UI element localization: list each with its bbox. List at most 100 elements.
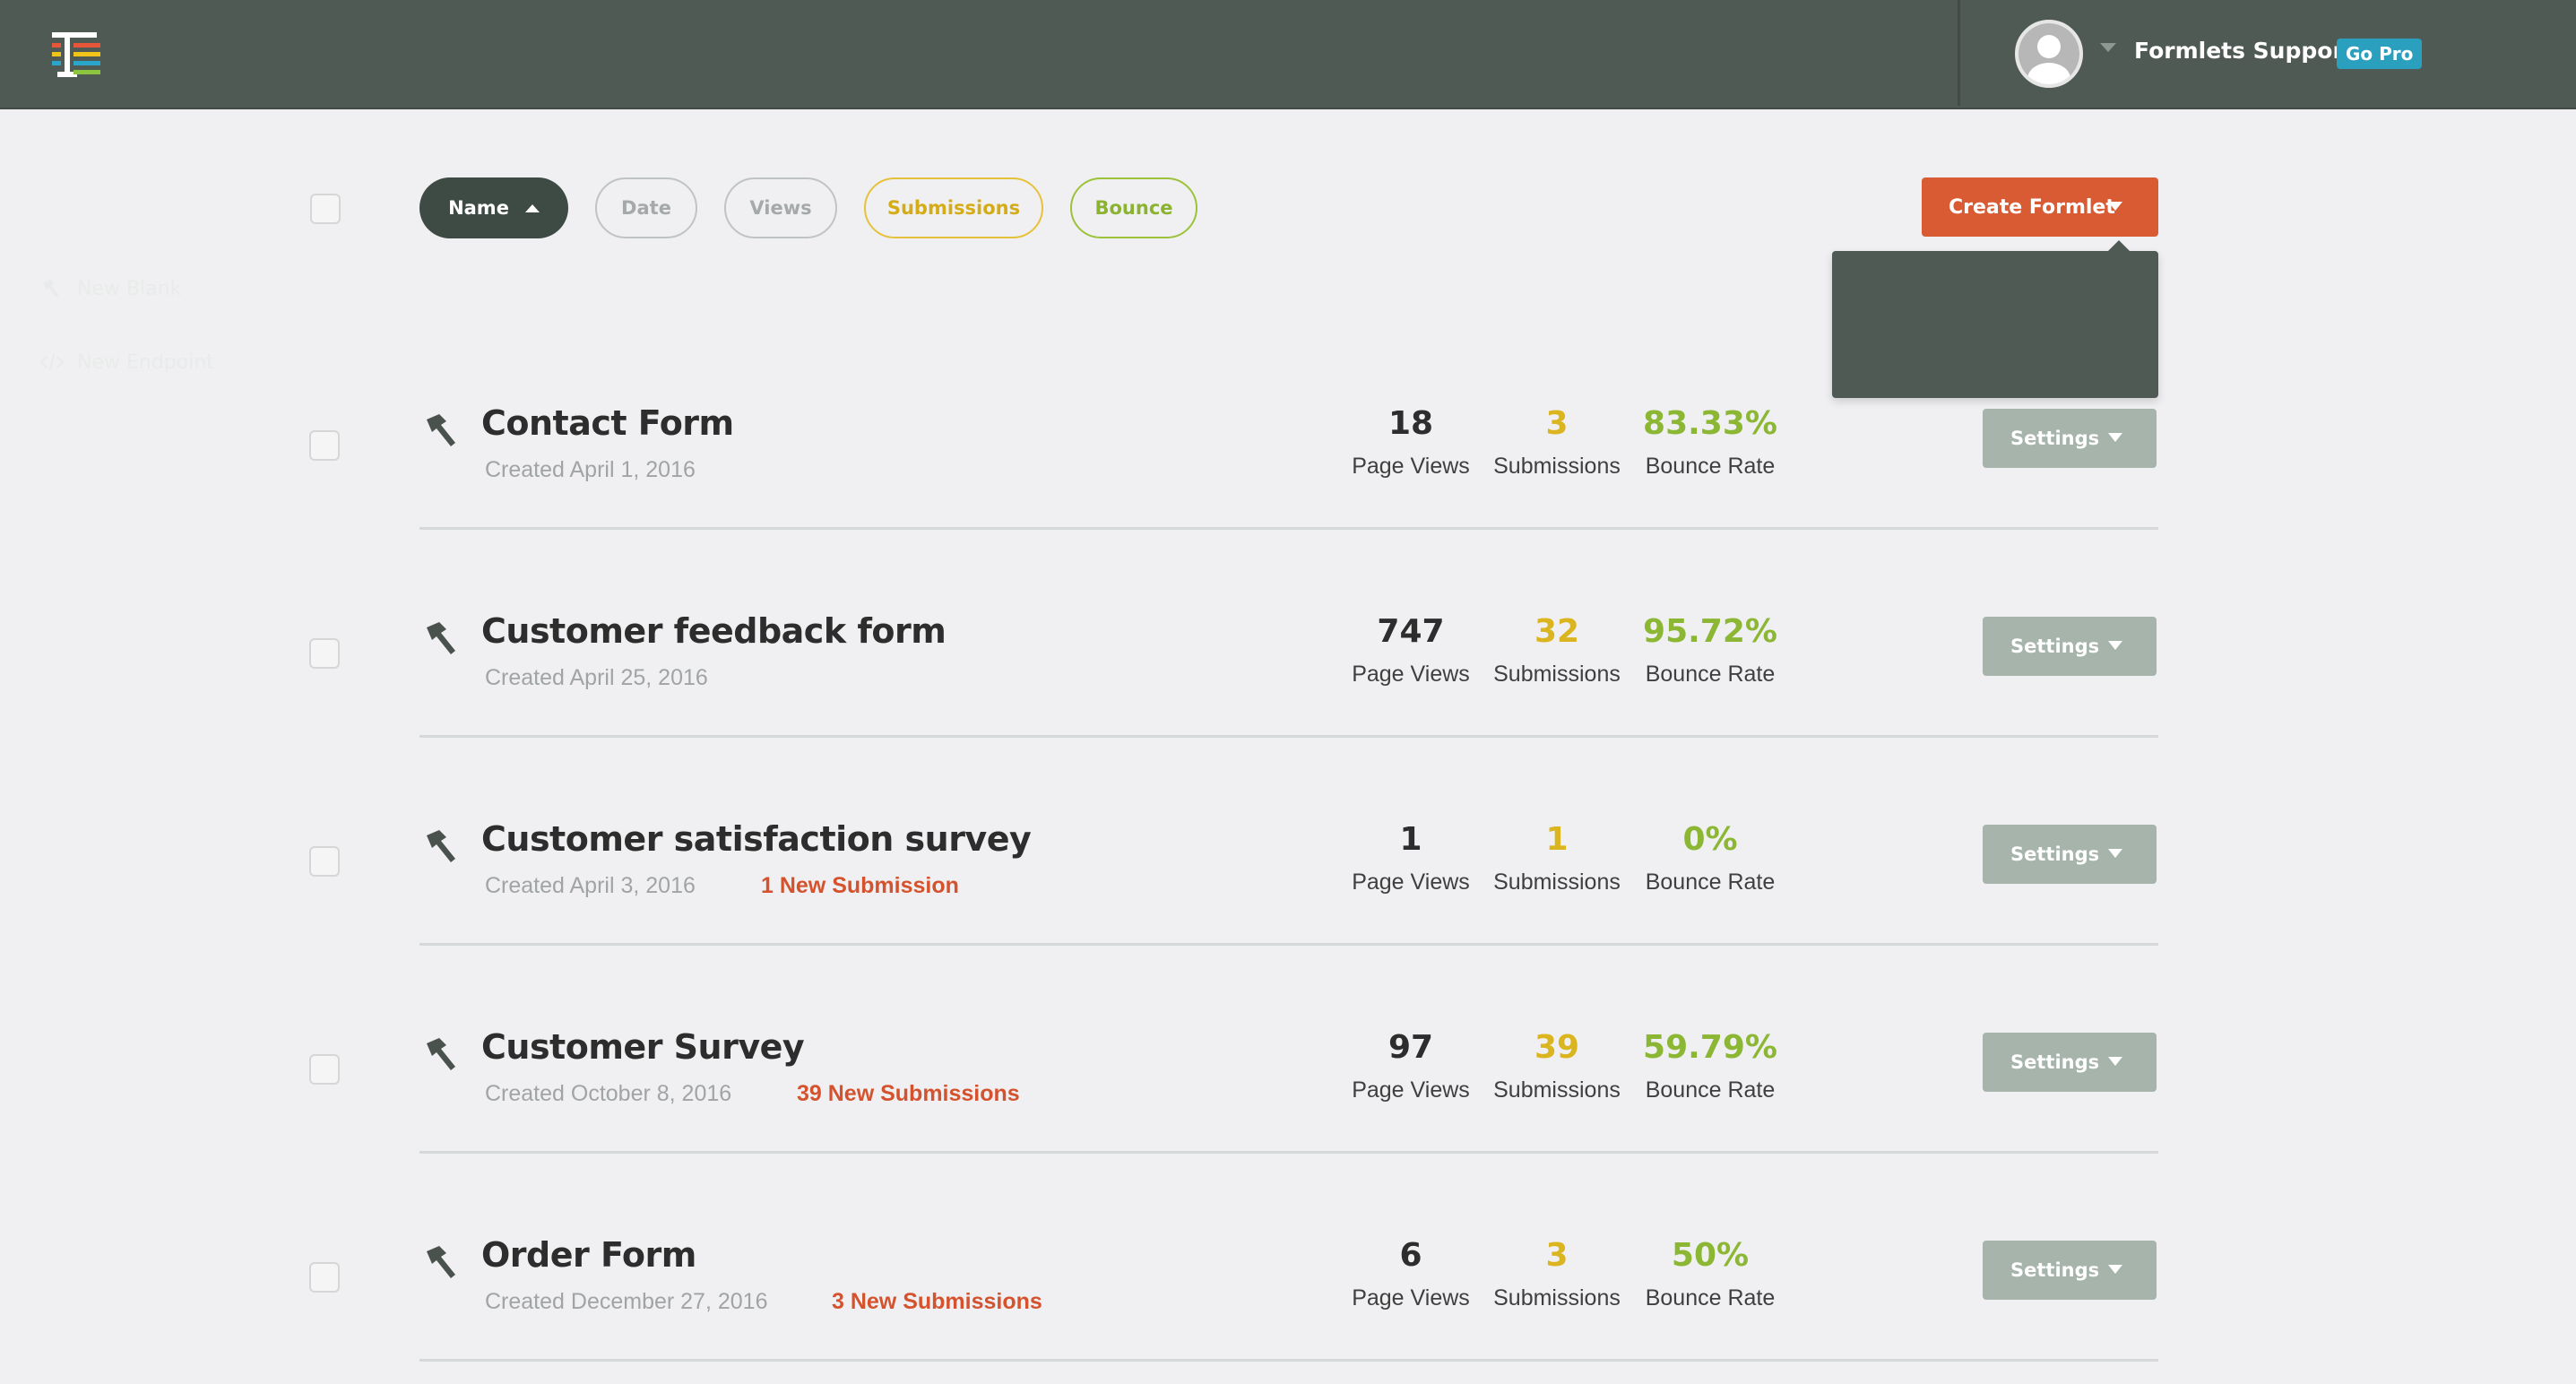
submissions-value: 3 [1545, 405, 1569, 442]
settings-button[interactable]: Settings [1983, 409, 2157, 468]
bounce-rate-value: 50% [1671, 1237, 1750, 1274]
page-views-value: 97 [1387, 1029, 1434, 1066]
bounce-rate-stat: 50% Bounce Rate [1634, 1237, 1786, 1311]
create-formlet-menu [1832, 240, 2158, 398]
top-bar: Formlets Support Go Pro [0, 0, 2576, 109]
select-all-checkbox[interactable] [310, 194, 341, 224]
create-formlet-button[interactable]: Create Formlet [1922, 177, 2158, 237]
row-checkbox[interactable] [309, 1054, 340, 1085]
page-views-stat: 747 Page Views [1335, 613, 1487, 688]
sort-name-button[interactable]: Name [419, 177, 568, 238]
menu-item-new-endpoint[interactable]: New Endpoint [39, 344, 214, 380]
submissions-stat: 39 Submissions [1481, 1029, 1633, 1103]
settings-button[interactable]: Settings [1983, 617, 2157, 676]
page-views-label: Page Views [1352, 454, 1470, 479]
form-row: Order Form Created December 27, 2016 3 N… [0, 1181, 2576, 1384]
submissions-value: 3 [1545, 1237, 1569, 1274]
form-title[interactable]: Customer satisfaction survey [481, 819, 1032, 859]
row-checkbox[interactable] [309, 846, 340, 877]
row-divider [419, 735, 2158, 738]
sort-submissions-button[interactable]: Submissions [864, 177, 1043, 238]
sort-ascending-icon [524, 203, 540, 212]
create-formlet-label: Create Formlet [1949, 195, 2115, 219]
user-name[interactable]: Formlets Support [2134, 38, 2355, 64]
row-checkbox[interactable] [309, 638, 340, 669]
settings-label: Settings [2010, 1051, 2100, 1073]
row-divider [419, 527, 2158, 530]
form-title[interactable]: Order Form [481, 1235, 696, 1275]
hammer-icon [39, 279, 65, 298]
submissions-label: Submissions [1493, 662, 1621, 687]
bounce-rate-stat: 95.72% Bounce Rate [1634, 613, 1786, 688]
form-created-date: Created April 1, 2016 [485, 457, 696, 482]
form-created-date: Created October 8, 2016 [485, 1081, 732, 1106]
row-divider [419, 943, 2158, 946]
page-views-label: Page Views [1352, 1285, 1470, 1310]
sort-bounce-button[interactable]: Bounce [1070, 177, 1197, 238]
row-checkbox[interactable] [309, 1262, 340, 1293]
menu-item-new-blank[interactable]: New Blank [39, 271, 181, 307]
page-views-value: 18 [1387, 405, 1434, 442]
settings-button[interactable]: Settings [1983, 825, 2157, 884]
new-submissions-link[interactable]: 3 New Submissions [832, 1289, 1042, 1315]
user-menu-caret-icon[interactable] [2100, 43, 2116, 52]
submissions-stat: 32 Submissions [1481, 613, 1633, 688]
menu-item-label: New Endpoint [77, 350, 214, 374]
row-divider [419, 1151, 2158, 1154]
new-submissions-link[interactable]: 39 New Submissions [797, 1081, 1020, 1107]
bounce-rate-stat: 59.79% Bounce Rate [1634, 1029, 1786, 1103]
sort-views-button[interactable]: Views [724, 177, 837, 238]
sort-name-label: Name [448, 197, 509, 219]
settings-label: Settings [2010, 428, 2100, 449]
hammer-icon [427, 1038, 455, 1070]
hammer-icon [427, 830, 455, 862]
bounce-rate-value: 59.79% [1643, 1029, 1777, 1066]
row-checkbox[interactable] [309, 430, 340, 461]
new-submissions-link[interactable]: 1 New Submission [761, 873, 959, 899]
submissions-stat: 3 Submissions [1481, 405, 1633, 480]
user-silhouette-icon [2018, 23, 2079, 84]
bounce-rate-value: 83.33% [1643, 405, 1777, 442]
chevron-down-icon [2108, 1265, 2122, 1274]
hammer-icon [427, 622, 455, 654]
bounce-rate-value: 0% [1682, 821, 1738, 858]
chevron-down-icon [2108, 202, 2122, 211]
hammer-icon [427, 1246, 455, 1278]
sort-date-button[interactable]: Date [595, 177, 697, 238]
row-divider [419, 1359, 2158, 1362]
page-views-label: Page Views [1352, 869, 1470, 895]
form-created-date: Created April 25, 2016 [485, 665, 708, 690]
form-title[interactable]: Customer feedback form [481, 611, 947, 651]
bounce-rate-value: 95.72% [1643, 613, 1777, 650]
submissions-label: Submissions [1493, 454, 1621, 479]
bounce-rate-label: Bounce Rate [1645, 1077, 1776, 1103]
settings-label: Settings [2010, 843, 2100, 865]
user-avatar[interactable] [2015, 20, 2083, 88]
page-views-value: 1 [1399, 821, 1422, 858]
bounce-rate-stat: 83.33% Bounce Rate [1634, 405, 1786, 480]
chevron-down-icon [2108, 849, 2122, 858]
settings-label: Settings [2010, 1259, 2100, 1281]
submissions-stat: 1 Submissions [1481, 821, 1633, 895]
bounce-rate-stat: 0% Bounce Rate [1634, 821, 1786, 895]
form-title[interactable]: Contact Form [481, 403, 734, 443]
submissions-value: 1 [1545, 821, 1569, 858]
settings-button[interactable]: Settings [1983, 1241, 2157, 1300]
submissions-label: Submissions [1493, 869, 1621, 895]
formlets-logo-icon[interactable] [52, 32, 102, 77]
page-views-value: 747 [1377, 613, 1445, 650]
menu-item-label: New Blank [77, 277, 182, 300]
submissions-label: Submissions [1493, 1285, 1621, 1310]
form-title[interactable]: Customer Survey [481, 1027, 805, 1067]
page-views-label: Page Views [1352, 1077, 1470, 1103]
settings-button[interactable]: Settings [1983, 1033, 2157, 1092]
page-views-label: Page Views [1352, 662, 1470, 687]
submissions-label: Submissions [1493, 1077, 1621, 1103]
go-pro-badge[interactable]: Go Pro [2337, 39, 2423, 69]
page-views-stat: 18 Page Views [1335, 405, 1487, 480]
chevron-down-icon [2108, 1057, 2122, 1066]
bounce-rate-label: Bounce Rate [1645, 869, 1776, 895]
topbar-divider [1958, 0, 1960, 106]
page-views-stat: 97 Page Views [1335, 1029, 1487, 1103]
submissions-stat: 3 Submissions [1481, 1237, 1633, 1311]
